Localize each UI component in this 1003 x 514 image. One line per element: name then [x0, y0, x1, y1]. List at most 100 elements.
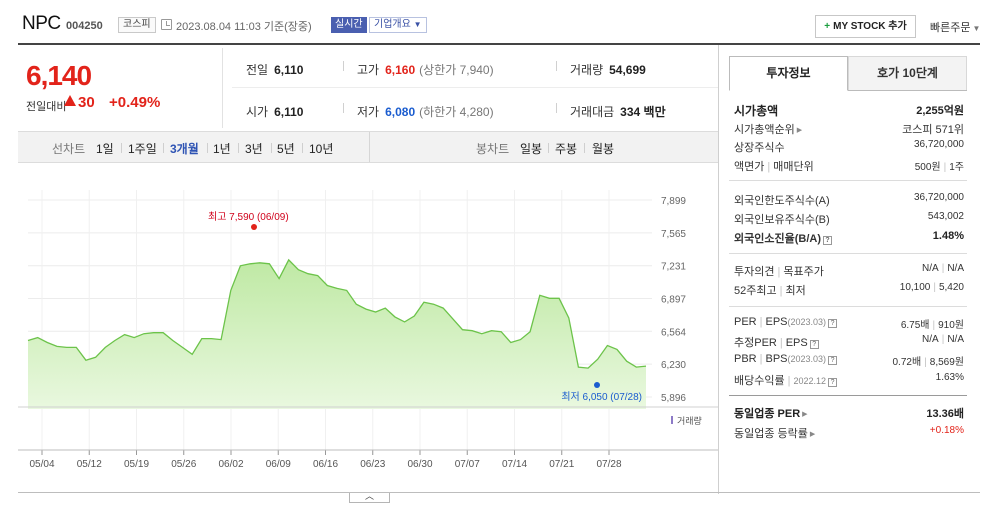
range-3y[interactable]: 3년 [245, 140, 263, 157]
foreign-ratio-label: 외국인소진율(B/A) [734, 233, 821, 245]
range-5y[interactable]: 5년 [277, 140, 295, 157]
pbr-year: (2023.03) [787, 354, 827, 364]
x-tick-label: 05/12 [77, 459, 102, 470]
volume-legend-swatch [671, 416, 673, 424]
range-1y[interactable]: 1년 [213, 140, 231, 157]
candle-monthly[interactable]: 월봉 [592, 140, 614, 157]
foreign-ratio-value: 1.48% [932, 230, 964, 242]
chevron-right-icon: ▶ [796, 127, 803, 134]
market-cap-row: 시가총액 2,255억원 [734, 100, 964, 118]
foreign-ratio-row: 외국인소진율(B/A)? 1.48% [734, 228, 964, 246]
candle-chart-label: 봉차트 [476, 142, 510, 156]
chevron-right-icon: ▶ [802, 411, 808, 418]
low-label: 저가 [357, 105, 380, 119]
x-tick-label: 05/19 [124, 459, 149, 470]
x-tick-label: 05/26 [171, 459, 196, 470]
cap-rank-row[interactable]: 시가총액순위 ▶ 코스피 571위 [734, 119, 964, 137]
stock-name: NPC [22, 13, 61, 34]
volume: 거래량 54,699 [570, 61, 646, 78]
shares-value: 36,720,000 [913, 139, 964, 150]
tab-order-book[interactable]: 호가 10단계 [848, 56, 967, 91]
up-arrow-icon [64, 95, 76, 106]
add-mystock-button[interactable]: + MY STOCK 추가 [815, 15, 916, 38]
sep [343, 102, 344, 116]
sector-change-value: +0.18% [929, 425, 964, 436]
y-tick-label: 6,230 [661, 360, 686, 371]
x-tick-label: 06/30 [407, 459, 432, 470]
y-tick-label: 7,565 [661, 229, 686, 240]
pbr-label: PBR [734, 353, 757, 365]
per-row: PER | EPS(2023.03)? 6.75배 | 910원 [734, 316, 964, 331]
amount-value: 334 백만 [620, 105, 666, 119]
trade-amount: 거래대금 334 백만 [570, 103, 666, 120]
candle-weekly[interactable]: 주봉 [555, 140, 577, 157]
x-tick-label: 07/21 [549, 459, 574, 470]
sep [556, 60, 557, 74]
chart-bottom-line [18, 492, 980, 493]
max-price-label: 최고 7,590 (06/09) [208, 211, 289, 223]
collapse-chart-button[interactable]: ︿ [349, 492, 390, 503]
est-eps-label: EPS [785, 337, 808, 349]
help-icon[interactable]: ? [828, 378, 838, 387]
price-chart-svg: 7,899 7,565 7,231 6,897 6,564 6,230 5,896 05/04… [18, 190, 718, 470]
min-price-label: 최저 6,050 (07/28) [561, 391, 642, 403]
dividend-row: 배당수익률 | 2022.12? 1.63% [734, 372, 964, 387]
chevron-down-icon: ▼ [972, 24, 981, 33]
x-tick-label: 07/14 [502, 459, 527, 470]
opinion-row: 투자의견 | 목표주가 N/A | N/A [734, 263, 964, 278]
prev-close-value: 6,110 [274, 63, 304, 77]
eps-value: 910원 [938, 320, 964, 331]
y-tick-label: 6,897 [661, 295, 686, 306]
range-10y[interactable]: 10년 [309, 140, 333, 157]
foreign-limit-label: 외국인한도주식수(A) [734, 195, 830, 207]
chevron-down-icon: ▼ [413, 20, 422, 29]
y-tick-label: 5,896 [661, 393, 686, 404]
range-1d[interactable]: 1일 [96, 140, 114, 157]
range-3m[interactable]: 3개월 [170, 140, 199, 157]
change-label: 전일대비 [26, 101, 67, 113]
x-tick-label: 07/28 [596, 459, 621, 470]
foreign-hold-row: 외국인보유주식수(B) 543,002 [734, 209, 964, 227]
help-icon[interactable]: ? [828, 319, 838, 328]
volume-label: 거래량 [570, 63, 604, 77]
lot-label: 매매단위 [773, 161, 814, 173]
high-value: 6,160 [385, 63, 416, 77]
quote-time: 2023.08.04 11:03 기준(장중) [176, 21, 312, 33]
x-tick-label: 06/02 [218, 459, 243, 470]
clock-icon [161, 19, 172, 30]
dividend-value: 1.63% [935, 372, 964, 383]
company-overview-dropdown[interactable]: 기업개요 ▼ [369, 17, 427, 33]
help-icon[interactable]: ? [828, 356, 838, 365]
realtime-button[interactable]: 실시간 [331, 17, 367, 33]
plus-icon: + [824, 21, 831, 32]
amount-label: 거래대금 [570, 105, 615, 119]
quote-divider [222, 48, 223, 128]
range-1w[interactable]: 1주일 [128, 140, 157, 157]
candle-daily[interactable]: 일봉 [520, 140, 542, 157]
quote-row-divider [232, 87, 718, 88]
week52-low-value: 5,420 [938, 282, 964, 293]
week52-high-value: 10,100 [899, 282, 931, 293]
cap-rank-value: 코스피 571위 [902, 124, 964, 136]
foreign-hold-value: 543,002 [927, 211, 964, 222]
target-label: 목표주가 [783, 266, 824, 278]
y-tick-label: 6,564 [661, 327, 686, 338]
sector-per-value: 13.36배 [926, 408, 964, 420]
sector-per-row[interactable]: 동일업종 PER ▶ 13.36배 [734, 403, 964, 421]
help-icon[interactable]: ? [823, 236, 832, 245]
info-tabs: 투자정보 호가 10단계 [729, 56, 967, 91]
tab-investment-info[interactable]: 투자정보 [729, 56, 848, 91]
week52-low-label: 최저 [785, 285, 806, 297]
prev-close: 전일 6,110 [246, 61, 303, 78]
price-chart[interactable]: 7,899 7,565 7,231 6,897 6,564 6,230 5,896 05/04… [18, 163, 718, 494]
week52-row: 52주최고 | 최저 10,100 | 5,420 [734, 282, 964, 297]
help-icon[interactable]: ? [809, 340, 819, 349]
quick-order-dropdown[interactable]: 빠른주문 ▼ [930, 19, 980, 35]
min-price-marker [594, 382, 600, 388]
est-per-row: 추정PER | EPS? N/A | N/A [734, 334, 964, 349]
open-price: 시가 6,110 [246, 103, 303, 120]
sep [556, 102, 557, 116]
sector-change-row[interactable]: 동일업종 등락률 ▶ +0.18% [734, 423, 964, 441]
dividend-year: 2022.12 [793, 376, 827, 386]
y-tick-label: 7,899 [661, 196, 686, 207]
